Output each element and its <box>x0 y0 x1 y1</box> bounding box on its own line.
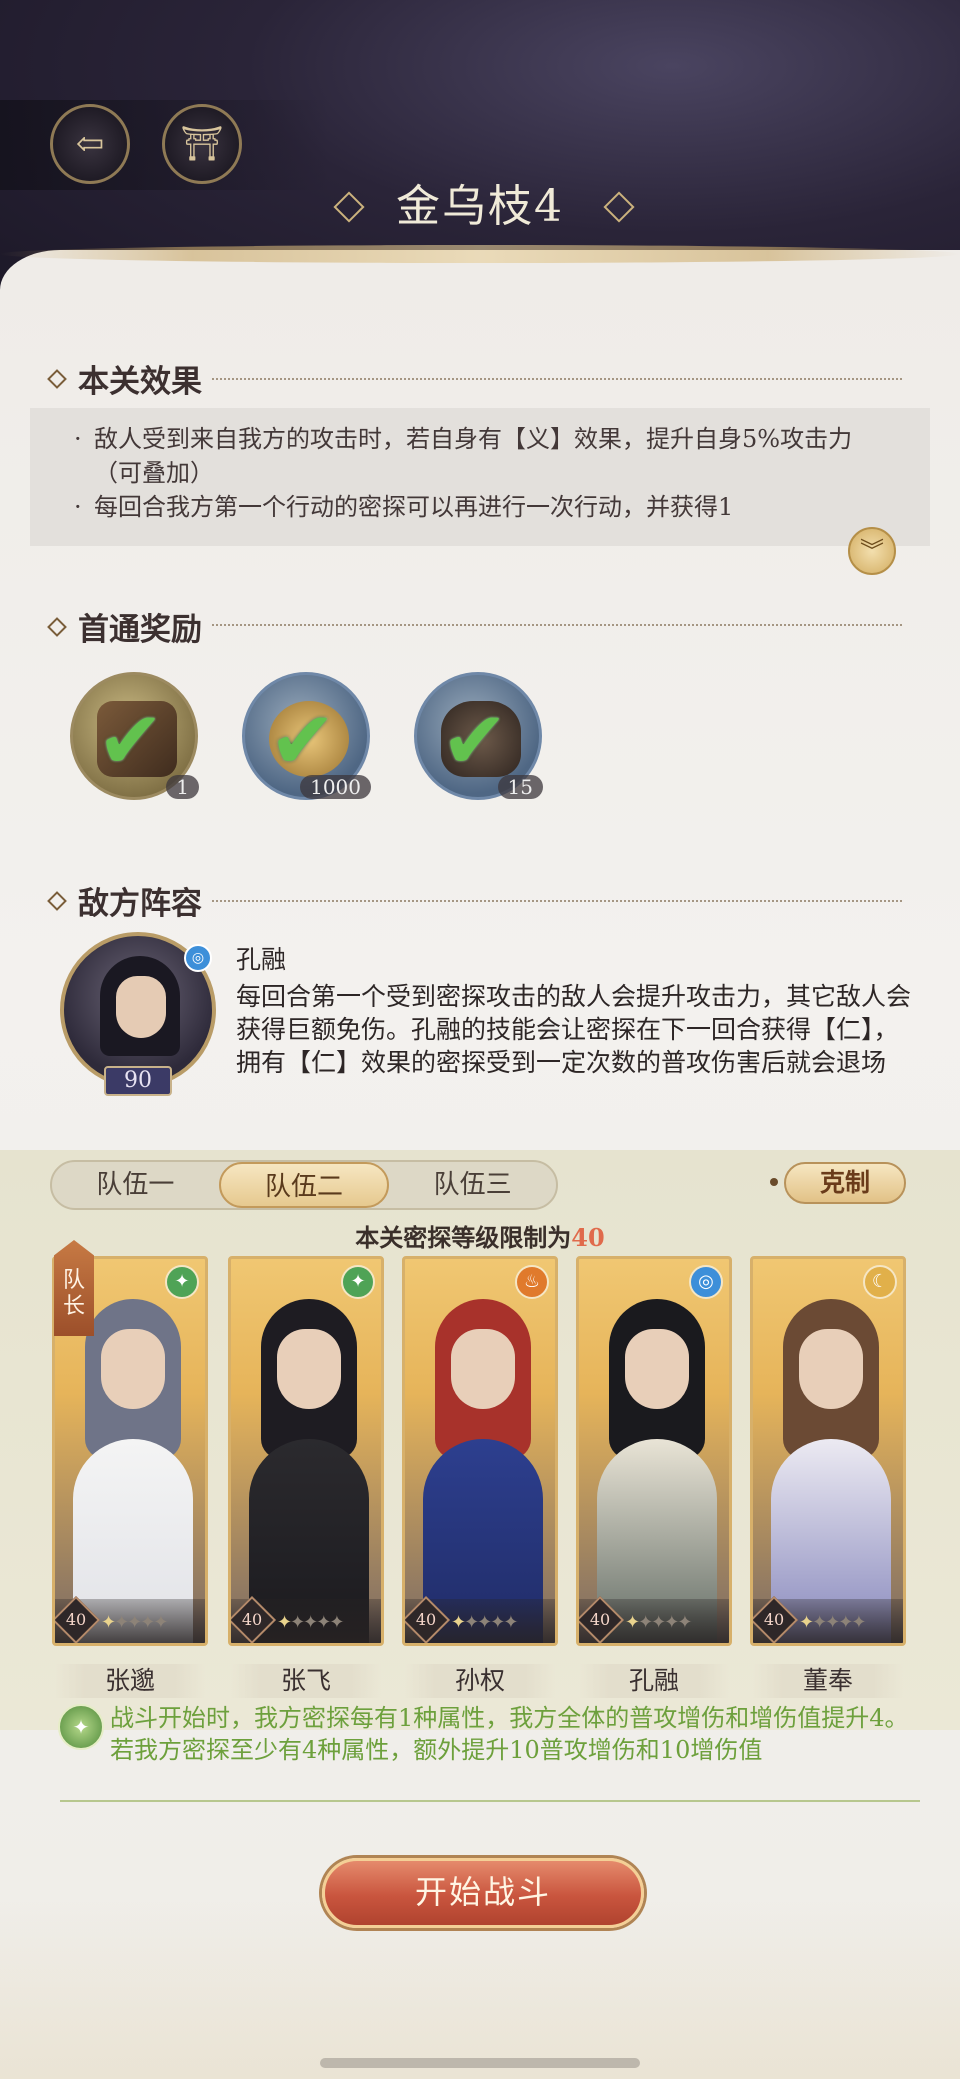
wind-element-icon: ✦ <box>165 1265 199 1299</box>
member-card[interactable]: ☾ 40 ✦✦✦✦✦ <box>750 1256 906 1646</box>
water-element-icon: ◎ <box>184 944 212 972</box>
pavilion-icon: ⛩ <box>180 124 224 164</box>
stage-effect-heading: 本关效果 <box>47 356 202 401</box>
level-limit-value: 40 <box>571 1223 605 1252</box>
level-value: 40 <box>763 1610 785 1629</box>
checkmark-icon: ✔ <box>269 694 337 787</box>
level-limit-label: 本关密探等级限制为 <box>355 1223 572 1252</box>
checkmark-icon: ✔ <box>97 694 165 787</box>
restrain-button[interactable]: 克制 <box>784 1162 906 1204</box>
stage-effect-title: 本关效果 <box>78 364 202 400</box>
effect-item: 敌人受到来自我方的攻击时，若自身有【义】效果，提升自身5%攻击力（可叠加） <box>74 422 894 490</box>
portrait-face <box>116 976 166 1038</box>
water-element-icon: ◎ <box>689 1265 723 1299</box>
divider <box>212 900 902 902</box>
star-rating: ✦✦✦✦✦ <box>101 1612 168 1633</box>
restrain-dot-icon <box>770 1178 778 1186</box>
figure-face <box>277 1329 341 1409</box>
enemy-name: 孔融 <box>236 945 287 974</box>
member-card[interactable]: ✦ 40 ✦✦✦✦✦ <box>228 1256 384 1646</box>
wind-element-icon: ✦ <box>341 1265 375 1299</box>
divider <box>212 624 902 626</box>
star-rating: ✦✦✦✦✦ <box>277 1612 344 1633</box>
tab-team-3[interactable]: 队伍三 <box>389 1162 556 1208</box>
star-rating: ✦✦✦✦✦ <box>625 1612 692 1633</box>
star-rating: ✦✦✦✦✦ <box>799 1612 866 1633</box>
divider <box>212 378 902 380</box>
member-name: 董奉 <box>753 1664 903 1698</box>
stage-effect-box: 敌人受到来自我方的攻击时，若自身有【义】效果，提升自身5%攻击力（可叠加） 每回… <box>30 408 930 546</box>
bonus-wind-icon: ✦ <box>58 1704 104 1750</box>
level-value: 40 <box>415 1610 437 1629</box>
checkmark-icon: ✔ <box>441 694 509 787</box>
member-name: 孙权 <box>405 1664 555 1698</box>
start-battle-button[interactable]: 开始战斗 <box>322 1858 644 1928</box>
enemy-description: 每回合第一个受到密探攻击的敌人会提升攻击力，其它敌人会获得巨额免伤。孔融的技能会… <box>236 982 912 1077</box>
enemy-title: 敌方阵容 <box>78 886 202 922</box>
reward-count: 15 <box>497 775 543 799</box>
member-card[interactable]: ◎ 40 ✦✦✦✦✦ <box>576 1256 732 1646</box>
reward-coin[interactable]: ✔ 1000 <box>242 672 371 800</box>
tab-team-1[interactable]: 队伍一 <box>52 1162 219 1208</box>
reward-token[interactable]: ✔ 1 <box>70 672 199 800</box>
level-value: 40 <box>589 1610 611 1629</box>
enemy-heading: 敌方阵容 <box>47 878 202 923</box>
member-name: 张邈 <box>55 1664 205 1698</box>
captain-badge: 队长 <box>54 1240 94 1336</box>
divider <box>60 1800 920 1802</box>
panel-gold-ornament <box>0 245 960 263</box>
page-title: 金乌枝4 <box>396 181 564 232</box>
level-limit: 本关密探等级限制为40 <box>0 1218 960 1253</box>
member-name: 张飞 <box>231 1664 381 1698</box>
diamond-icon <box>47 368 67 389</box>
tab-team-2[interactable]: 队伍二 <box>218 1162 390 1208</box>
team-tabs: 队伍一 队伍二 队伍三 <box>50 1160 558 1210</box>
back-arrow-icon: ⇦ <box>75 124 105 164</box>
bonus-description: 战斗开始时，我方密探每有1种属性，我方全体的普攻增伤和增伤值提升4。若我方密探至… <box>110 1704 909 1764</box>
enemy-level: 90 <box>104 1066 172 1096</box>
member-name: 孔融 <box>579 1664 729 1698</box>
diamond-icon <box>47 890 67 911</box>
reward-count: 1 <box>166 775 199 799</box>
reward-heading: 首通奖励 <box>47 604 202 649</box>
figure-face <box>799 1329 863 1409</box>
expand-button[interactable]: ︾ <box>848 527 896 575</box>
figure-face <box>451 1329 515 1409</box>
home-indicator[interactable] <box>320 2058 640 2068</box>
member-card[interactable]: ♨ 40 ✦✦✦✦✦ <box>402 1256 558 1646</box>
figure-face <box>101 1329 165 1409</box>
double-chevron-down-icon: ︾ <box>860 537 884 565</box>
figure-face <box>625 1329 689 1409</box>
level-value: 40 <box>65 1610 87 1629</box>
fire-element-icon: ♨ <box>515 1265 549 1299</box>
moon-element-icon: ☾ <box>863 1265 897 1299</box>
effect-item: 每回合我方第一个行动的密探可以再进行一次行动，并获得1 <box>74 490 894 524</box>
reward-title: 首通奖励 <box>78 612 202 648</box>
diamond-icon <box>47 616 67 637</box>
reward-jar[interactable]: ✔ 15 <box>414 672 543 800</box>
star-rating: ✦✦✦✦✦ <box>451 1612 518 1633</box>
level-value: 40 <box>241 1610 263 1629</box>
reward-count: 1000 <box>300 775 371 799</box>
